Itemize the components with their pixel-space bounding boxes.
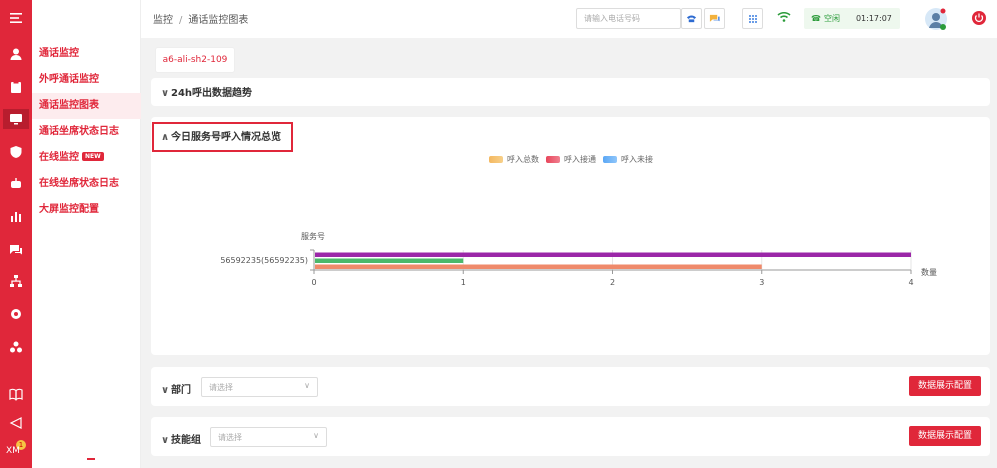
phone-call-icon[interactable] [681, 8, 702, 29]
skill-group-header[interactable]: ∨ 技能组 [161, 431, 201, 446]
submenu-item-online-agent-log[interactable]: 在线坐席状态日志 [32, 171, 141, 197]
skill-group-label: 技能组 [171, 435, 201, 446]
phone-search-input[interactable]: 请输入电话号码 [576, 8, 681, 29]
department-config-button[interactable]: 数据展示配置 [909, 376, 981, 396]
dialpad-icon[interactable] [742, 8, 763, 29]
wifi-icon [777, 11, 791, 26]
new-badge: NEW [82, 152, 104, 161]
submenu-item-call-monitor[interactable]: 通话监控 [32, 41, 141, 67]
submenu-item-agent-status-log[interactable]: 通话坐席状态日志 [32, 119, 141, 145]
submenu-item-label: 通话监控 [39, 48, 79, 59]
power-icon[interactable] [972, 11, 986, 25]
legend-swatch [489, 156, 503, 163]
shield-icon[interactable] [6, 142, 26, 162]
cluster-icon[interactable] [6, 337, 26, 357]
chevron-down-icon: ∨ [313, 431, 319, 440]
submenu-item-call-monitor-chart[interactable]: 通话监控图表 [32, 93, 141, 119]
skill-group-select[interactable]: 请选择 ∨ [210, 427, 327, 447]
trend-card-header[interactable]: ∨ 24h呼出数据趋势 [161, 84, 252, 99]
clipboard-icon[interactable] [6, 77, 26, 97]
legend-label: 呼入未接 [621, 155, 653, 164]
chevron-down-icon: ∨ [161, 385, 170, 396]
department-header[interactable]: ∨ 部门 [161, 381, 191, 396]
breadcrumb-separator: / [179, 15, 183, 26]
submenu-item-screen-config[interactable]: 大屏监控配置 [32, 197, 141, 223]
trend-card: ∨ 24h呼出数据趋势 [151, 78, 990, 106]
status-timer: 01:17:07 [855, 14, 892, 23]
chat-bubble-icon[interactable] [704, 8, 725, 29]
legend-label: 呼入总数 [507, 155, 539, 164]
user-icon[interactable] [6, 44, 26, 64]
send-icon[interactable] [6, 413, 26, 433]
agent-status[interactable]: ☎ 空闲 01:17:07 [804, 8, 900, 29]
submenu-item-outbound-monitor[interactable]: 外呼通话监控 [32, 67, 141, 93]
legend-item-answered[interactable]: 呼入接通 [546, 154, 596, 165]
submenu-item-label: 通话坐席状态日志 [39, 126, 119, 137]
robot-icon[interactable] [6, 174, 26, 194]
sub-navigation: 通话监控 外呼通话监控 通话监控图表 通话坐席状态日志 在线监控 NEW 在线坐席… [32, 0, 141, 468]
legend-swatch [603, 156, 617, 163]
top-bar: 监控 / 通话监控图表 请输入电话号码 ☎ 空闲 01:17:07 [141, 0, 997, 38]
chevron-down-icon: ∨ [161, 435, 170, 446]
user-initials[interactable]: XM [6, 446, 20, 456]
skill-group-config-button[interactable]: 数据展示配置 [909, 426, 981, 446]
phone-status-icon: ☎ [811, 14, 821, 23]
department-label: 部门 [171, 385, 191, 396]
submenu-item-online-monitor[interactable]: 在线监控 NEW [32, 145, 141, 171]
submenu-item-label: 通话监控图表 [39, 100, 99, 111]
select-placeholder: 请选择 [209, 383, 233, 392]
breadcrumb-item-current: 通话监控图表 [188, 15, 249, 26]
status-text: 空闲 [823, 14, 840, 23]
bar-chart-icon[interactable] [6, 206, 26, 226]
legend-item-total[interactable]: 呼入总数 [489, 154, 539, 165]
select-placeholder: 请选择 [218, 433, 242, 442]
submenu-item-label: 外呼通话监控 [39, 74, 99, 85]
collapse-handle[interactable] [87, 458, 95, 460]
chat-icon[interactable] [6, 240, 26, 260]
icon-rail: 1 XM [0, 0, 32, 468]
trend-card-title: 24h呼出数据趋势 [171, 88, 253, 99]
book-icon[interactable] [6, 384, 26, 404]
gear-icon[interactable] [6, 304, 26, 324]
legend-item-missed[interactable]: 呼入未接 [603, 154, 653, 165]
avatar[interactable] [925, 8, 947, 30]
chevron-down-icon: ∨ [304, 381, 310, 390]
monitor-icon[interactable] [3, 109, 29, 129]
summary-card: ∧ 今日服务号呼入情况总览 [151, 117, 990, 355]
breadcrumb: 监控 / 通话监控图表 [153, 11, 248, 26]
submenu-item-label: 在线坐席状态日志 [39, 178, 119, 189]
submenu-item-label: 大屏监控配置 [39, 204, 99, 215]
highlight-box [152, 122, 293, 152]
department-select[interactable]: 请选择 ∨ [201, 377, 318, 397]
chevron-down-icon: ∨ [161, 88, 170, 99]
legend-label: 呼入接通 [564, 155, 596, 164]
breadcrumb-item-monitor[interactable]: 监控 [153, 15, 173, 26]
org-icon[interactable] [6, 271, 26, 291]
legend-swatch [546, 156, 560, 163]
menu-icon[interactable] [6, 8, 26, 28]
server-tag[interactable]: a6-ali-sh2-109 [155, 47, 235, 73]
submenu-item-label: 在线监控 [39, 152, 79, 163]
